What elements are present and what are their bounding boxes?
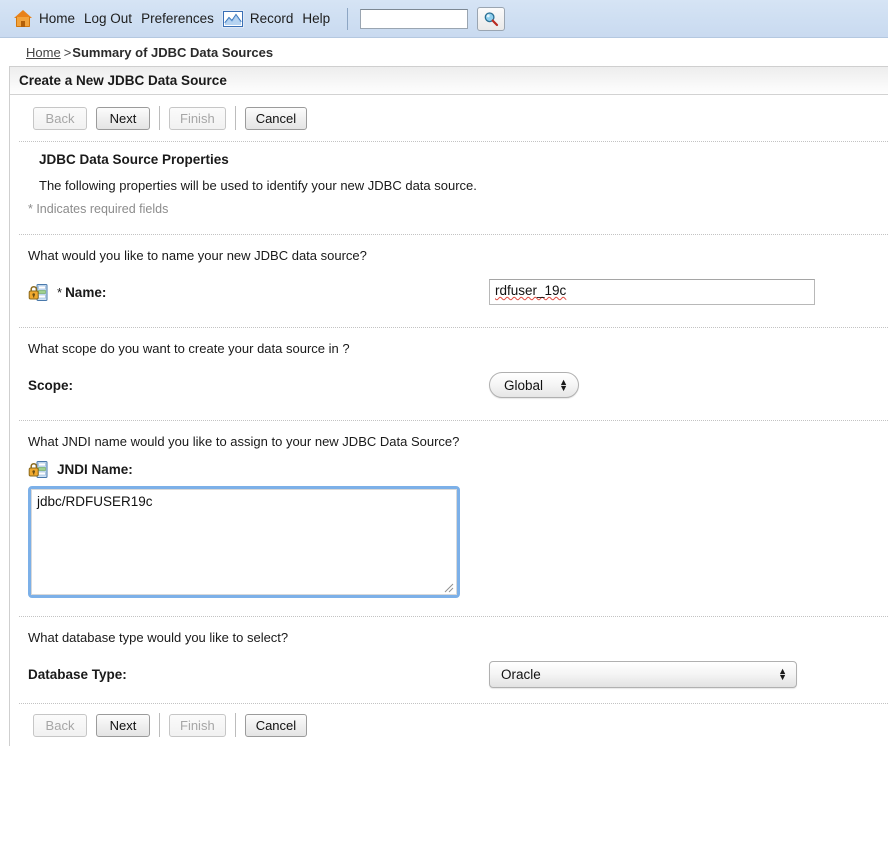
jndi-input-wrapper	[28, 486, 460, 598]
jndi-label-text: JNDI Name:	[57, 462, 133, 477]
cancel-button-bottom[interactable]: Cancel	[244, 713, 308, 737]
section-description: The following properties will be used to…	[39, 178, 477, 193]
toolbar-divider-2	[234, 106, 236, 130]
name-label-text: Name:	[65, 284, 107, 300]
name-field-row: * Name: rdfuser_19c	[19, 275, 888, 309]
config-lock-icon	[28, 461, 48, 478]
breadcrumb: Home > Summary of JDBC Data Sources	[0, 38, 888, 66]
nav-help-link[interactable]: Help	[302, 11, 330, 26]
search-input[interactable]	[360, 8, 469, 29]
home-icon-door	[21, 21, 25, 27]
chevron-updown-icon: ▲ ▼	[559, 377, 568, 393]
toolbar-top: Back Next Finish Cancel	[19, 95, 888, 141]
scope-field-label: Scope:	[28, 378, 489, 393]
nav-logout-link[interactable]: Log Out	[84, 11, 132, 26]
chevron-updown-icon: ▲ ▼	[778, 666, 787, 682]
nav-divider	[347, 7, 349, 30]
next-button-bottom[interactable]: Next	[96, 713, 150, 737]
database-type-select[interactable]: Oracle ▲ ▼	[489, 660, 797, 688]
section-heading: JDBC Data Source Properties	[39, 152, 229, 167]
jndi-textarea-focusring	[28, 486, 460, 598]
breadcrumb-home-link[interactable]: Home	[26, 45, 61, 60]
name-input-value: rdfuser_19c	[495, 283, 567, 298]
home-icon[interactable]	[14, 10, 32, 27]
nav-preferences-link[interactable]: Preferences	[141, 11, 214, 26]
page-title: Create a New JDBC Data Source	[10, 67, 888, 95]
record-chart-icon[interactable]	[222, 10, 243, 27]
database-type-question: What database type would you like to sel…	[28, 630, 289, 645]
breadcrumb-current: Summary of JDBC Data Sources	[72, 44, 274, 60]
database-type-field-label: Database Type:	[28, 667, 489, 682]
database-type-label-text: Database Type:	[28, 666, 127, 682]
back-button-top[interactable]: Back	[33, 106, 87, 130]
nav-record-link[interactable]: Record	[250, 11, 294, 26]
back-button-bottom[interactable]: Back	[33, 713, 87, 737]
page-panel: Create a New JDBC Data Source Back Next …	[9, 66, 888, 746]
page-content: Back Next Finish Cancel JDBC Data Source…	[10, 95, 888, 746]
top-navigation-bar: Home Log Out Preferences Record Help	[0, 0, 888, 38]
search-button[interactable]	[477, 6, 506, 31]
config-lock-icon	[28, 283, 48, 301]
name-question: What would you like to name your new JDB…	[28, 248, 367, 263]
scope-field-row: Scope: Global ▲ ▼	[19, 368, 888, 402]
jndi-question: What JNDI name would you like to assign …	[28, 434, 460, 449]
nav-home-link[interactable]: Home	[39, 11, 75, 26]
database-type-field-row: Database Type: Oracle ▲ ▼	[19, 657, 888, 691]
toolbar-divider-3	[159, 713, 160, 737]
toolbar-divider-4	[234, 713, 236, 737]
magnifier-icon	[484, 11, 499, 26]
next-button-top[interactable]: Next	[96, 106, 150, 130]
name-field-label: * Name:	[28, 283, 489, 301]
cancel-button-top[interactable]: Cancel	[244, 106, 308, 130]
toolbar-divider-1	[159, 106, 160, 130]
finish-button-top[interactable]: Finish	[169, 106, 226, 130]
jndi-label-row: JNDI Name:	[19, 461, 888, 478]
scope-question: What scope do you want to create your da…	[28, 341, 350, 356]
required-fields-note: * Indicates required fields	[28, 202, 169, 216]
scope-label-text: Scope:	[28, 377, 74, 393]
scope-select[interactable]: Global ▲ ▼	[489, 372, 579, 398]
finish-button-bottom[interactable]: Finish	[169, 713, 226, 737]
toolbar-bottom: Back Next Finish Cancel	[19, 704, 888, 746]
breadcrumb-separator: >	[63, 44, 72, 60]
name-required-star: *	[57, 284, 63, 300]
scope-select-value: Global	[504, 377, 544, 393]
jndi-textarea[interactable]	[31, 489, 457, 595]
name-input[interactable]: rdfuser_19c	[489, 279, 815, 305]
database-type-select-value: Oracle	[501, 666, 541, 682]
